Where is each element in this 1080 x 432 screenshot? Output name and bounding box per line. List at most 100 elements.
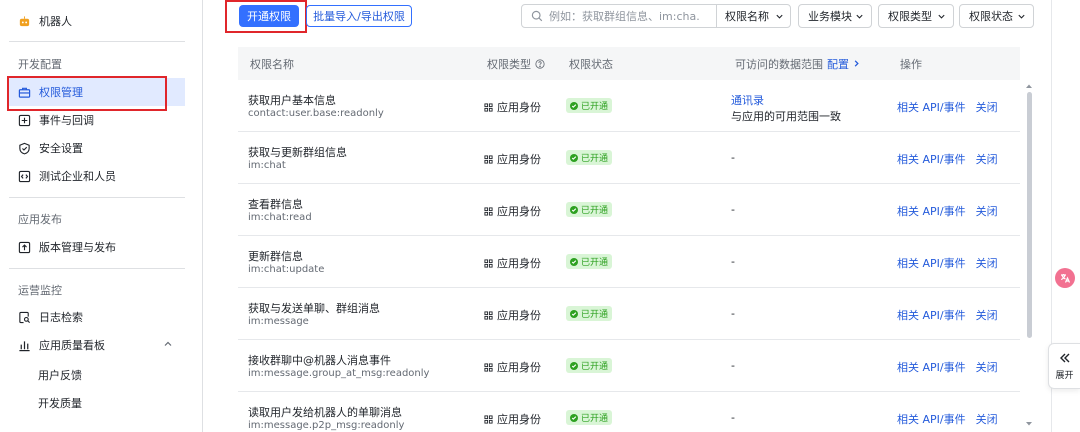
robot-icon (18, 15, 31, 28)
permission-code: im:message (248, 316, 309, 327)
permission-type-label: 应用身份 (497, 309, 541, 322)
status-label: 已开通 (581, 206, 609, 216)
app-grid-icon (484, 414, 493, 424)
permission-type-label: 应用身份 (497, 101, 541, 114)
scope-contacts-link[interactable]: 通讯录 (731, 92, 764, 108)
search-field-select[interactable]: 权限名称 (716, 5, 790, 27)
close-permission-link[interactable]: 关闭 (976, 255, 998, 271)
section-title: 运营监控 (18, 284, 62, 297)
related-api-link[interactable]: 相关 API/事件 (897, 307, 966, 323)
close-permission-link[interactable]: 关闭 (976, 203, 998, 219)
row-actions: 相关 API/事件 关闭 (897, 255, 998, 271)
permission-name: 获取与更新群组信息 (248, 146, 347, 159)
filter-label: 业务模块 (808, 10, 852, 23)
related-api-link[interactable]: 相关 API/事件 (897, 359, 966, 375)
divider (9, 268, 185, 269)
table-row: 获取用户基本信息 contact:user.base:readonly 应用身份 已开… (238, 80, 1020, 132)
status-badge: 已开通 (566, 254, 613, 269)
section-title: 开发配置 (18, 58, 62, 71)
status-label: 已开通 (581, 154, 609, 164)
permission-name: 更新群信息 (248, 250, 303, 263)
sidebar-item-log-search[interactable]: 日志检索 (9, 303, 185, 331)
app-grid-icon (484, 310, 493, 320)
sidebar-item-user-feedback[interactable]: 用户反馈 (9, 361, 185, 389)
permission-type-label: 应用身份 (497, 413, 541, 426)
permission-name: 获取与发送单聊、群组消息 (248, 302, 380, 315)
sidebar-item-label: 用户反馈 (38, 369, 82, 382)
search-input[interactable] (549, 9, 699, 23)
scrollbar-thumb[interactable] (1027, 92, 1032, 338)
header-type-label: 权限类型 (487, 57, 531, 71)
sidebar-item-label: 应用质量看板 (39, 339, 105, 352)
scroll-down-arrow[interactable] (1025, 420, 1033, 428)
close-permission-link[interactable]: 关闭 (976, 307, 998, 323)
permission-name: 查看群信息 (248, 198, 303, 211)
sidebar-item-quality-board[interactable]: 应用质量看板 (9, 331, 185, 359)
row-actions: 相关 API/事件 关闭 (897, 307, 998, 323)
permission-name: 读取用户发给机器人的单聊消息 (248, 406, 402, 419)
batch-import-export-button[interactable]: 批量导入/导出权限 (306, 5, 412, 27)
scope-config-link[interactable]: 配置 (827, 56, 861, 72)
related-api-link[interactable]: 相关 API/事件 (897, 99, 966, 115)
section-title: 应用发布 (18, 213, 62, 226)
permission-type-label: 应用身份 (497, 361, 541, 374)
close-permission-link[interactable]: 关闭 (976, 359, 998, 375)
plus-square-icon (18, 114, 31, 127)
permission-type: 应用身份 (484, 203, 541, 219)
divider (9, 41, 185, 42)
row-actions: 相关 API/事件 关闭 (897, 203, 998, 219)
filter-permission-status[interactable]: 权限状态 (959, 4, 1034, 28)
close-permission-link[interactable]: 关闭 (976, 411, 998, 427)
expand-panel-button[interactable]: 展开 (1048, 343, 1080, 389)
app-grid-icon (484, 102, 493, 112)
scope-text: - (731, 359, 735, 372)
permission-type: 应用身份 (484, 99, 541, 115)
header-status: 权限状态 (569, 57, 613, 71)
related-api-link[interactable]: 相关 API/事件 (897, 151, 966, 167)
scroll-up-arrow[interactable] (1025, 82, 1033, 90)
app-name: 机器人 (39, 15, 72, 28)
status-badge: 已开通 (566, 150, 613, 165)
shield-icon (18, 142, 31, 155)
row-actions: 相关 API/事件 关闭 (897, 99, 998, 115)
scope-text: - (731, 151, 735, 164)
permission-name: 接收群聊中@机器人消息事件 (248, 354, 391, 367)
check-icon (570, 153, 578, 162)
related-api-link[interactable]: 相关 API/事件 (897, 255, 966, 271)
related-api-link[interactable]: 相关 API/事件 (897, 203, 966, 219)
status-badge: 已开通 (566, 410, 613, 425)
permission-type: 应用身份 (484, 151, 541, 167)
help-icon[interactable] (535, 58, 545, 69)
app-title[interactable]: 机器人 (9, 7, 185, 35)
permission-type: 应用身份 (484, 307, 541, 323)
table-row: 获取与更新群组信息 im:chat 应用身份 已开通 - 相关 API/事件 关闭 (238, 132, 1020, 184)
log-search-icon (18, 311, 31, 324)
header-type: 权限类型 (487, 56, 545, 72)
sidebar-item-release[interactable]: 版本管理与发布 (9, 233, 185, 261)
filter-label: 权限状态 (969, 10, 1013, 23)
table-row: 获取与发送单聊、群组消息 im:message 应用身份 已开通 - 相关 API/事件关… (238, 288, 1020, 340)
close-permission-link[interactable]: 关闭 (976, 151, 998, 167)
sidebar-item-label: 事件与回调 (39, 114, 94, 127)
filter-business-module[interactable]: 业务模块 (798, 4, 872, 28)
filter-permission-type[interactable]: 权限类型 (878, 4, 954, 28)
row-actions: 相关 API/事件 关闭 (897, 359, 998, 375)
check-icon (570, 413, 578, 422)
chevron-up-icon[interactable] (162, 338, 174, 350)
status-badge: 已开通 (566, 306, 613, 321)
chevron-down-icon (1018, 14, 1025, 19)
upload-icon (18, 241, 31, 254)
search-field-label: 权限名称 (725, 10, 769, 23)
close-permission-link[interactable]: 关闭 (976, 99, 998, 115)
sidebar-item-test-org[interactable]: 测试企业和人员 (9, 162, 185, 190)
sidebar-item-dev-quality[interactable]: 开发质量 (9, 389, 185, 417)
permission-code: im:chat:update (248, 264, 325, 275)
related-api-link[interactable]: 相关 API/事件 (897, 411, 966, 427)
translate-float-icon[interactable] (1055, 268, 1075, 288)
status-label: 已开通 (581, 310, 609, 320)
sidebar-item-events[interactable]: 事件与回调 (9, 106, 185, 134)
sidebar: 机器人 开发配置 权限管理 事件与回调 安全设置 测试企业和人员 应用发布 版本… (0, 0, 203, 432)
code-square-icon (18, 170, 31, 183)
filter-label: 权限类型 (888, 10, 932, 23)
sidebar-item-security[interactable]: 安全设置 (9, 134, 185, 162)
